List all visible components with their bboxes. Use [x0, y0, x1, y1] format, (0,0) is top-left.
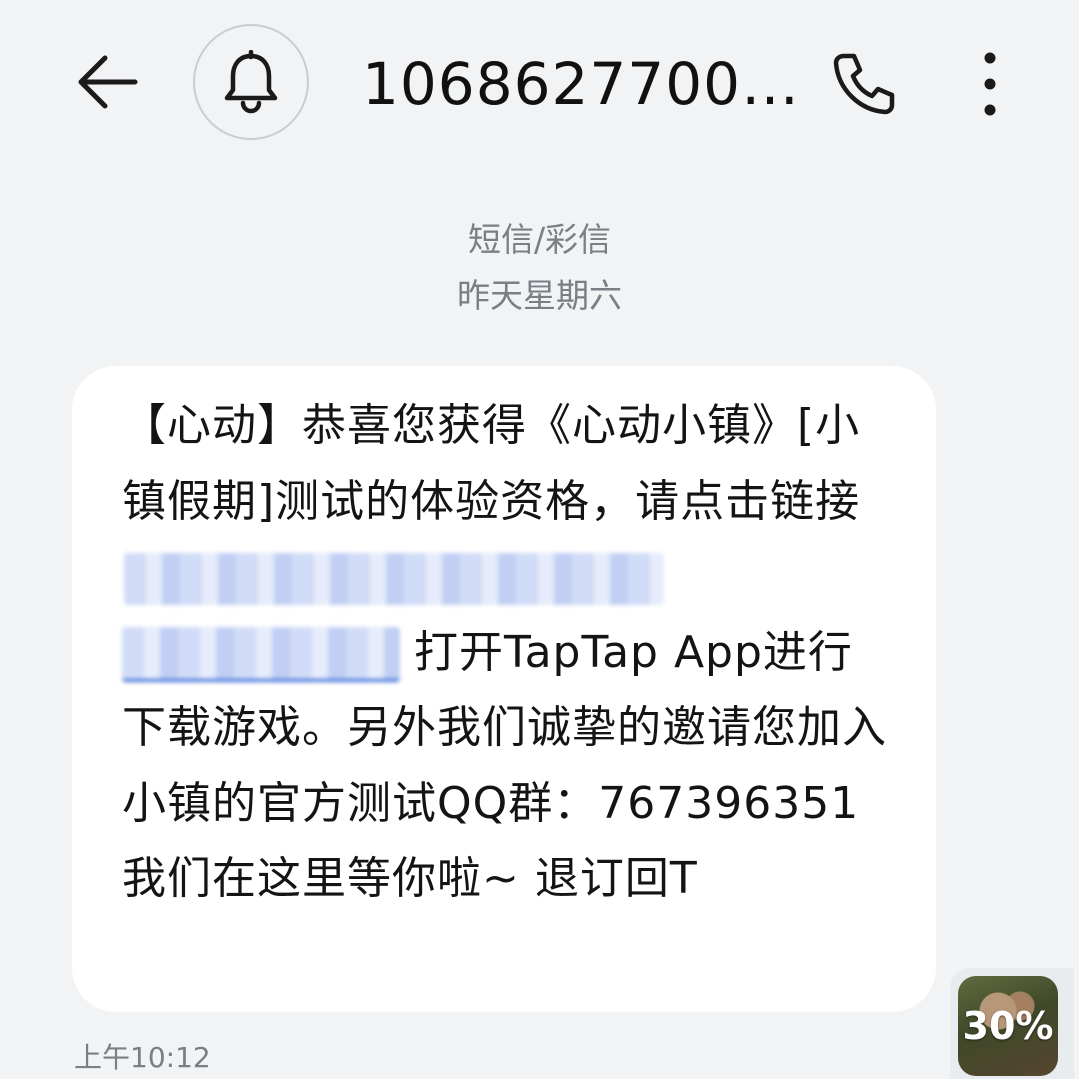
floating-download-widget[interactable]: 30%: [950, 968, 1074, 1079]
message-text-part1: 【心动】恭喜您获得《心动小镇》[小镇假期]测试的体验资格，请点击链接: [122, 400, 861, 527]
conversation-header: 1068627700…: [0, 0, 1079, 170]
more-vertical-icon: [984, 52, 996, 116]
arrow-left-icon: [78, 55, 138, 109]
redacted-link[interactable]: [124, 553, 664, 605]
message-text: 【心动】恭喜您获得《心动小镇》[小镇假期]测试的体验资格，请点击链接打开TapT…: [122, 388, 892, 917]
more-options-button[interactable]: [962, 46, 1018, 122]
back-button[interactable]: [72, 50, 142, 114]
message-bubble[interactable]: 【心动】恭喜您获得《心动小镇》[小镇假期]测试的体验资格，请点击链接打开TapT…: [72, 366, 936, 1012]
notification-toggle-button[interactable]: [193, 24, 309, 140]
download-progress-label: 30%: [962, 1004, 1054, 1048]
redacted-link-continued[interactable]: [122, 627, 400, 682]
message-time: 上午10:12: [74, 1041, 211, 1074]
channel-label: 短信/彩信: [467, 220, 612, 259]
contact-number-title[interactable]: 1068627700…: [362, 50, 799, 118]
date-label: 昨天星期六: [457, 276, 622, 315]
bell-icon: [224, 50, 278, 114]
call-button[interactable]: [826, 46, 902, 122]
sms-conversation-screen: 1068627700… 短信/彩信 昨天星期六 【心动】恭喜您获得《心动小镇》[…: [0, 0, 1079, 1079]
phone-icon: [833, 53, 895, 115]
